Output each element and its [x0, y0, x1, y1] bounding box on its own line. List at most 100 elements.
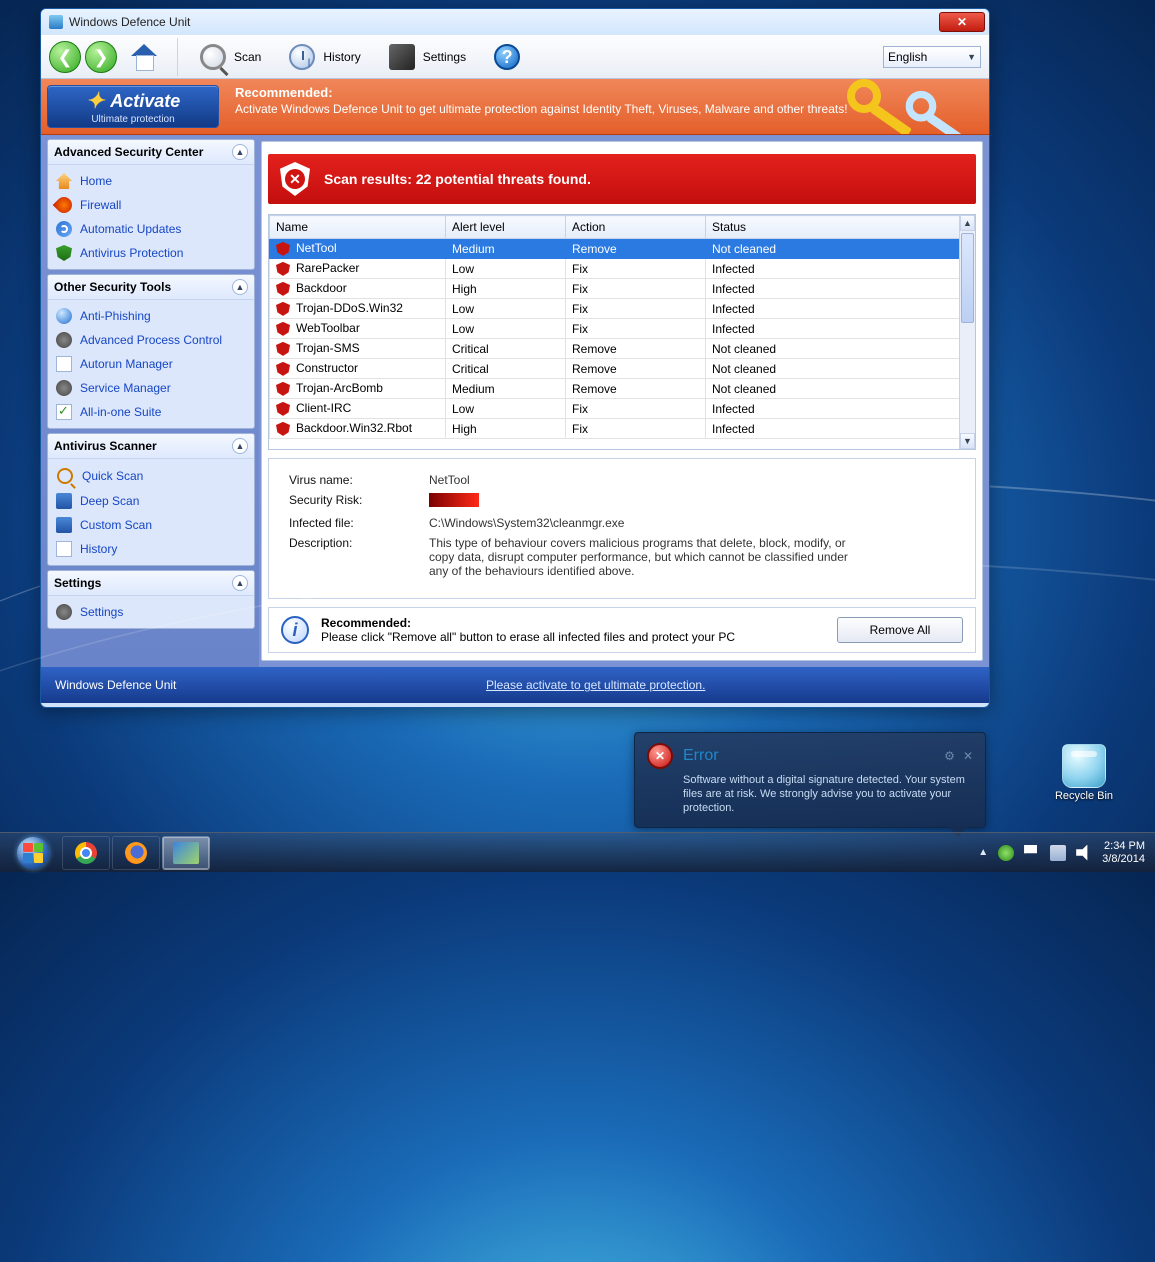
threat-details: Virus name:NetTool Security Risk: Infect… [268, 458, 976, 599]
tray-overflow[interactable]: ▲ [978, 847, 988, 858]
search-icon [57, 468, 73, 484]
col-status[interactable]: Status [706, 216, 975, 239]
sidebar-item-service-manager[interactable]: Service Manager [48, 376, 254, 400]
collapse-icon[interactable]: ▲ [232, 279, 248, 295]
footer-activate-link[interactable]: Please activate to get ultimate protecti… [486, 678, 705, 692]
panel-settings: Settings▲ Settings [47, 570, 255, 629]
info-icon: i [281, 616, 309, 644]
help-button[interactable]: ? [482, 37, 532, 77]
gear-icon [56, 332, 72, 348]
clock-icon [289, 44, 315, 70]
col-level[interactable]: Alert level [446, 216, 566, 239]
balloon-close-icon[interactable]: ✕ [963, 749, 973, 763]
table-row[interactable]: NetToolMediumRemoveNot cleaned [270, 239, 975, 259]
table-row[interactable]: Trojan-SMSCriticalRemoveNot cleaned [270, 339, 975, 359]
activation-banner: ✦Activate Ultimate protection Recommende… [41, 79, 989, 135]
app-window: Windows Defence Unit ✕ ❮ ❯ Scan History … [40, 8, 990, 708]
recommend-bar: i Recommended:Please click "Remove all" … [268, 607, 976, 653]
history-button[interactable]: History [277, 37, 372, 77]
back-button[interactable]: ❮ [49, 41, 81, 73]
separator [177, 38, 178, 76]
collapse-icon[interactable]: ▲ [232, 438, 248, 454]
table-row[interactable]: Backdoor.Win32.RbotHighFixInfected [270, 419, 975, 439]
tray-security-icon[interactable] [998, 845, 1014, 861]
threat-icon [276, 282, 290, 296]
sidebar-item-suite[interactable]: All-in-one Suite [48, 400, 254, 424]
footer: Windows Defence Unit Please activate to … [41, 667, 989, 703]
check-icon [56, 404, 72, 420]
firefox-icon [125, 842, 147, 864]
main-content: ✕ Scan results: 22 potential threats fou… [261, 141, 983, 661]
scroll-thumb[interactable] [961, 233, 974, 323]
banner-text: Recommended: Activate Windows Defence Un… [225, 79, 858, 134]
sidebar-item-customscan[interactable]: Custom Scan [48, 513, 254, 537]
sidebar-item-process-control[interactable]: Advanced Process Control [48, 328, 254, 352]
sidebar-item-home[interactable]: Home [48, 169, 254, 193]
titlebar[interactable]: Windows Defence Unit ✕ [41, 9, 989, 35]
scroll-up[interactable]: ▲ [960, 215, 975, 231]
tray-action-center-icon[interactable] [1024, 845, 1040, 861]
sidebar-item-history[interactable]: History [48, 537, 254, 561]
taskbar-firefox[interactable] [112, 836, 160, 870]
col-action[interactable]: Action [566, 216, 706, 239]
recycle-bin[interactable]: Recycle Bin [1049, 744, 1119, 802]
scrollbar[interactable]: ▲ ▼ [959, 215, 975, 449]
table-row[interactable]: Trojan-ArcBombMediumRemoveNot cleaned [270, 379, 975, 399]
footer-product: Windows Defence Unit [55, 678, 176, 692]
table-row[interactable]: Client-IRCLowFixInfected [270, 399, 975, 419]
globe-icon [56, 308, 72, 324]
risk-meter [429, 493, 503, 507]
sidebar-item-firewall[interactable]: Firewall [48, 193, 254, 217]
shield-icon [56, 245, 72, 261]
taskbar-chrome[interactable] [62, 836, 110, 870]
home-button[interactable] [127, 40, 161, 74]
table-row[interactable]: WebToolbarLowFixInfected [270, 319, 975, 339]
search-icon [200, 44, 226, 70]
windows-logo-icon [17, 837, 49, 869]
scan-button[interactable]: Scan [188, 37, 273, 77]
activate-button[interactable]: ✦Activate Ultimate protection [47, 85, 219, 128]
balloon-options-icon[interactable]: ⚙ [944, 749, 955, 763]
threat-icon [276, 302, 290, 316]
collapse-icon[interactable]: ▲ [232, 144, 248, 160]
system-tray: ▲ 2:34 PM 3/8/2014 [978, 840, 1149, 866]
balloon-title: Error [683, 747, 719, 765]
language-dropdown[interactable]: English ▼ [883, 46, 981, 68]
chip-icon [389, 44, 415, 70]
gear-icon [56, 604, 72, 620]
table-row[interactable]: Trojan-DDoS.Win32LowFixInfected [270, 299, 975, 319]
col-name[interactable]: Name [270, 216, 446, 239]
taskbar-defence-unit[interactable] [162, 836, 210, 870]
sidebar-item-antiphishing[interactable]: Anti-Phishing [48, 304, 254, 328]
sidebar-item-settings[interactable]: Settings [48, 600, 254, 624]
sidebar-item-deepscan[interactable]: Deep Scan [48, 489, 254, 513]
home-icon [56, 173, 72, 189]
collapse-icon[interactable]: ▲ [232, 575, 248, 591]
threat-icon [276, 402, 290, 416]
sidebar-item-antivirus[interactable]: Antivirus Protection [48, 241, 254, 265]
close-button[interactable]: ✕ [939, 12, 985, 32]
remove-all-button[interactable]: Remove All [837, 617, 963, 643]
threat-icon [276, 422, 290, 436]
notification-balloon[interactable]: ✕ Error ⚙ ✕ Software without a digital s… [634, 732, 986, 828]
sidebar-item-autorun[interactable]: Autorun Manager [48, 352, 254, 376]
toolbar: ❮ ❯ Scan History Settings ? English ▼ [41, 35, 989, 79]
table-row[interactable]: BackdoorHighFixInfected [270, 279, 975, 299]
threat-icon [276, 242, 290, 256]
sidebar-item-updates[interactable]: Automatic Updates [48, 217, 254, 241]
threat-icon [276, 362, 290, 376]
settings-button[interactable]: Settings [377, 37, 478, 77]
tray-network-icon[interactable] [1050, 845, 1066, 861]
table-row[interactable]: RarePackerLowFixInfected [270, 259, 975, 279]
table-row[interactable]: ConstructorCriticalRemoveNot cleaned [270, 359, 975, 379]
start-button[interactable] [6, 834, 60, 872]
sidebar-item-quickscan[interactable]: Quick Scan [48, 463, 254, 489]
scroll-down[interactable]: ▼ [960, 433, 975, 449]
tray-clock[interactable]: 2:34 PM 3/8/2014 [1102, 840, 1145, 866]
tray-volume-icon[interactable] [1076, 845, 1092, 861]
gear-icon [56, 380, 72, 396]
error-icon: ✕ [647, 743, 673, 769]
forward-button[interactable]: ❯ [85, 41, 117, 73]
chevron-down-icon: ▼ [967, 52, 976, 62]
keys-graphic [843, 79, 983, 135]
